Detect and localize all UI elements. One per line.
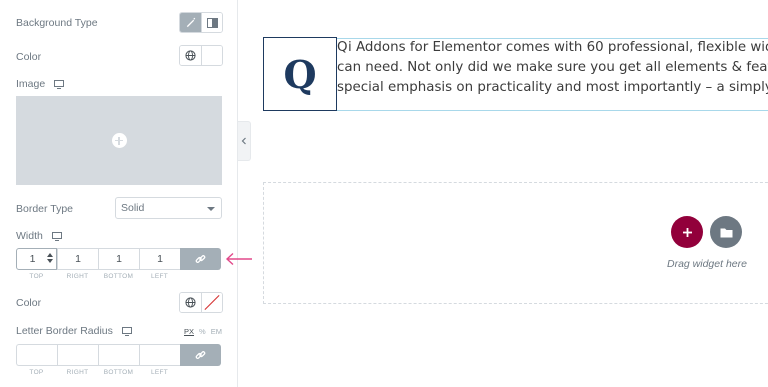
width-bottom-input[interactable]: 1 [98, 248, 139, 270]
globe-icon [185, 297, 196, 308]
color-picker-swatch[interactable] [201, 46, 222, 65]
dim-label-left: LEFT [150, 273, 169, 280]
width-left-input[interactable]: 1 [139, 248, 180, 270]
paragraph-line: i Addons for Elementor comes with 60 pro… [348, 40, 768, 55]
dropcap-letter: Q [263, 37, 337, 111]
dim-label-left: LEFT [150, 369, 169, 376]
image-label: Image [16, 78, 65, 90]
radius-top-input[interactable] [16, 344, 57, 366]
drag-widget-hint: Drag widget here [667, 258, 747, 270]
gradient-background-button[interactable] [201, 13, 222, 32]
no-color-icon [204, 294, 220, 311]
border-width-dimensions: 1 1 1 1 [16, 248, 221, 270]
dim-label-top: TOP [29, 369, 44, 376]
dim-label-bottom: BOTTOM [103, 369, 134, 376]
link-values-button[interactable] [180, 344, 221, 366]
image-chooser[interactable] [16, 96, 222, 185]
color-label: Color [16, 51, 42, 63]
plus-icon [682, 227, 692, 237]
add-template-button[interactable] [710, 216, 742, 248]
responsive-desktop-icon[interactable] [121, 326, 132, 336]
width-right-input[interactable]: 1 [57, 248, 98, 270]
letter-border-radius-label: Letter Border Radius [16, 325, 132, 337]
background-type-toggle [179, 12, 223, 33]
gradient-icon [206, 17, 218, 28]
dim-label-right: RIGHT [66, 369, 89, 376]
arrow-annotation-icon [225, 252, 252, 266]
global-colors-button[interactable] [180, 46, 201, 65]
border-type-label: Border Type [16, 203, 74, 215]
global-colors-button[interactable] [180, 293, 201, 312]
responsive-desktop-icon[interactable] [54, 79, 65, 89]
background-type-label: Background Type [16, 17, 98, 29]
chevron-left-icon [241, 137, 246, 145]
paragraph-line: can need. Not only did we make sure you … [337, 60, 768, 75]
color-control [179, 45, 223, 66]
radius-bottom-input[interactable] [98, 344, 139, 366]
width-dimension-labels: TOP RIGHT BOTTOM LEFT [16, 273, 180, 280]
link-icon [195, 254, 206, 263]
dim-label-top: TOP [29, 273, 44, 280]
border-type-value: Solid [121, 202, 145, 214]
add-image-icon [111, 133, 127, 148]
globe-icon [185, 50, 196, 61]
paragraph-first-letter: Q [337, 40, 348, 55]
border-color-control [179, 292, 223, 313]
dim-label-bottom: BOTTOM [103, 273, 134, 280]
folder-icon [720, 228, 732, 237]
unit-switcher: PX % EM [184, 327, 222, 336]
dim-label-right: RIGHT [66, 273, 89, 280]
radius-dimension-labels: TOP RIGHT BOTTOM LEFT [16, 369, 180, 376]
unit-px[interactable]: PX [184, 327, 194, 336]
border-radius-dimensions [16, 344, 221, 366]
classic-background-button[interactable] [180, 13, 201, 32]
chevron-down-icon [207, 207, 215, 211]
unit-percent[interactable]: % [199, 327, 206, 336]
width-top-input[interactable]: 1 [16, 248, 57, 270]
radius-right-input[interactable] [57, 344, 98, 366]
radius-left-input[interactable] [139, 344, 180, 366]
color-picker-swatch-empty[interactable] [201, 293, 222, 312]
add-new-section-button[interactable] [671, 216, 703, 248]
unit-em[interactable]: EM [211, 327, 222, 336]
link-icon [195, 350, 206, 359]
link-values-button[interactable] [180, 248, 221, 270]
number-spinner[interactable] [47, 253, 53, 263]
dropcap-paragraph: i Addons for Elementor comes with 60 pro… [337, 38, 768, 98]
paragraph-line: special emphasis on practicality and mos… [337, 80, 768, 95]
collapse-panel-button[interactable] [238, 121, 251, 161]
width-label: Width [16, 230, 62, 242]
style-controls-panel: Background Type Color Image Border Type … [0, 0, 238, 387]
responsive-desktop-icon[interactable] [51, 231, 62, 241]
border-type-select[interactable]: Solid [115, 197, 222, 219]
brush-icon [186, 17, 196, 28]
border-color-label: Color [16, 297, 42, 309]
